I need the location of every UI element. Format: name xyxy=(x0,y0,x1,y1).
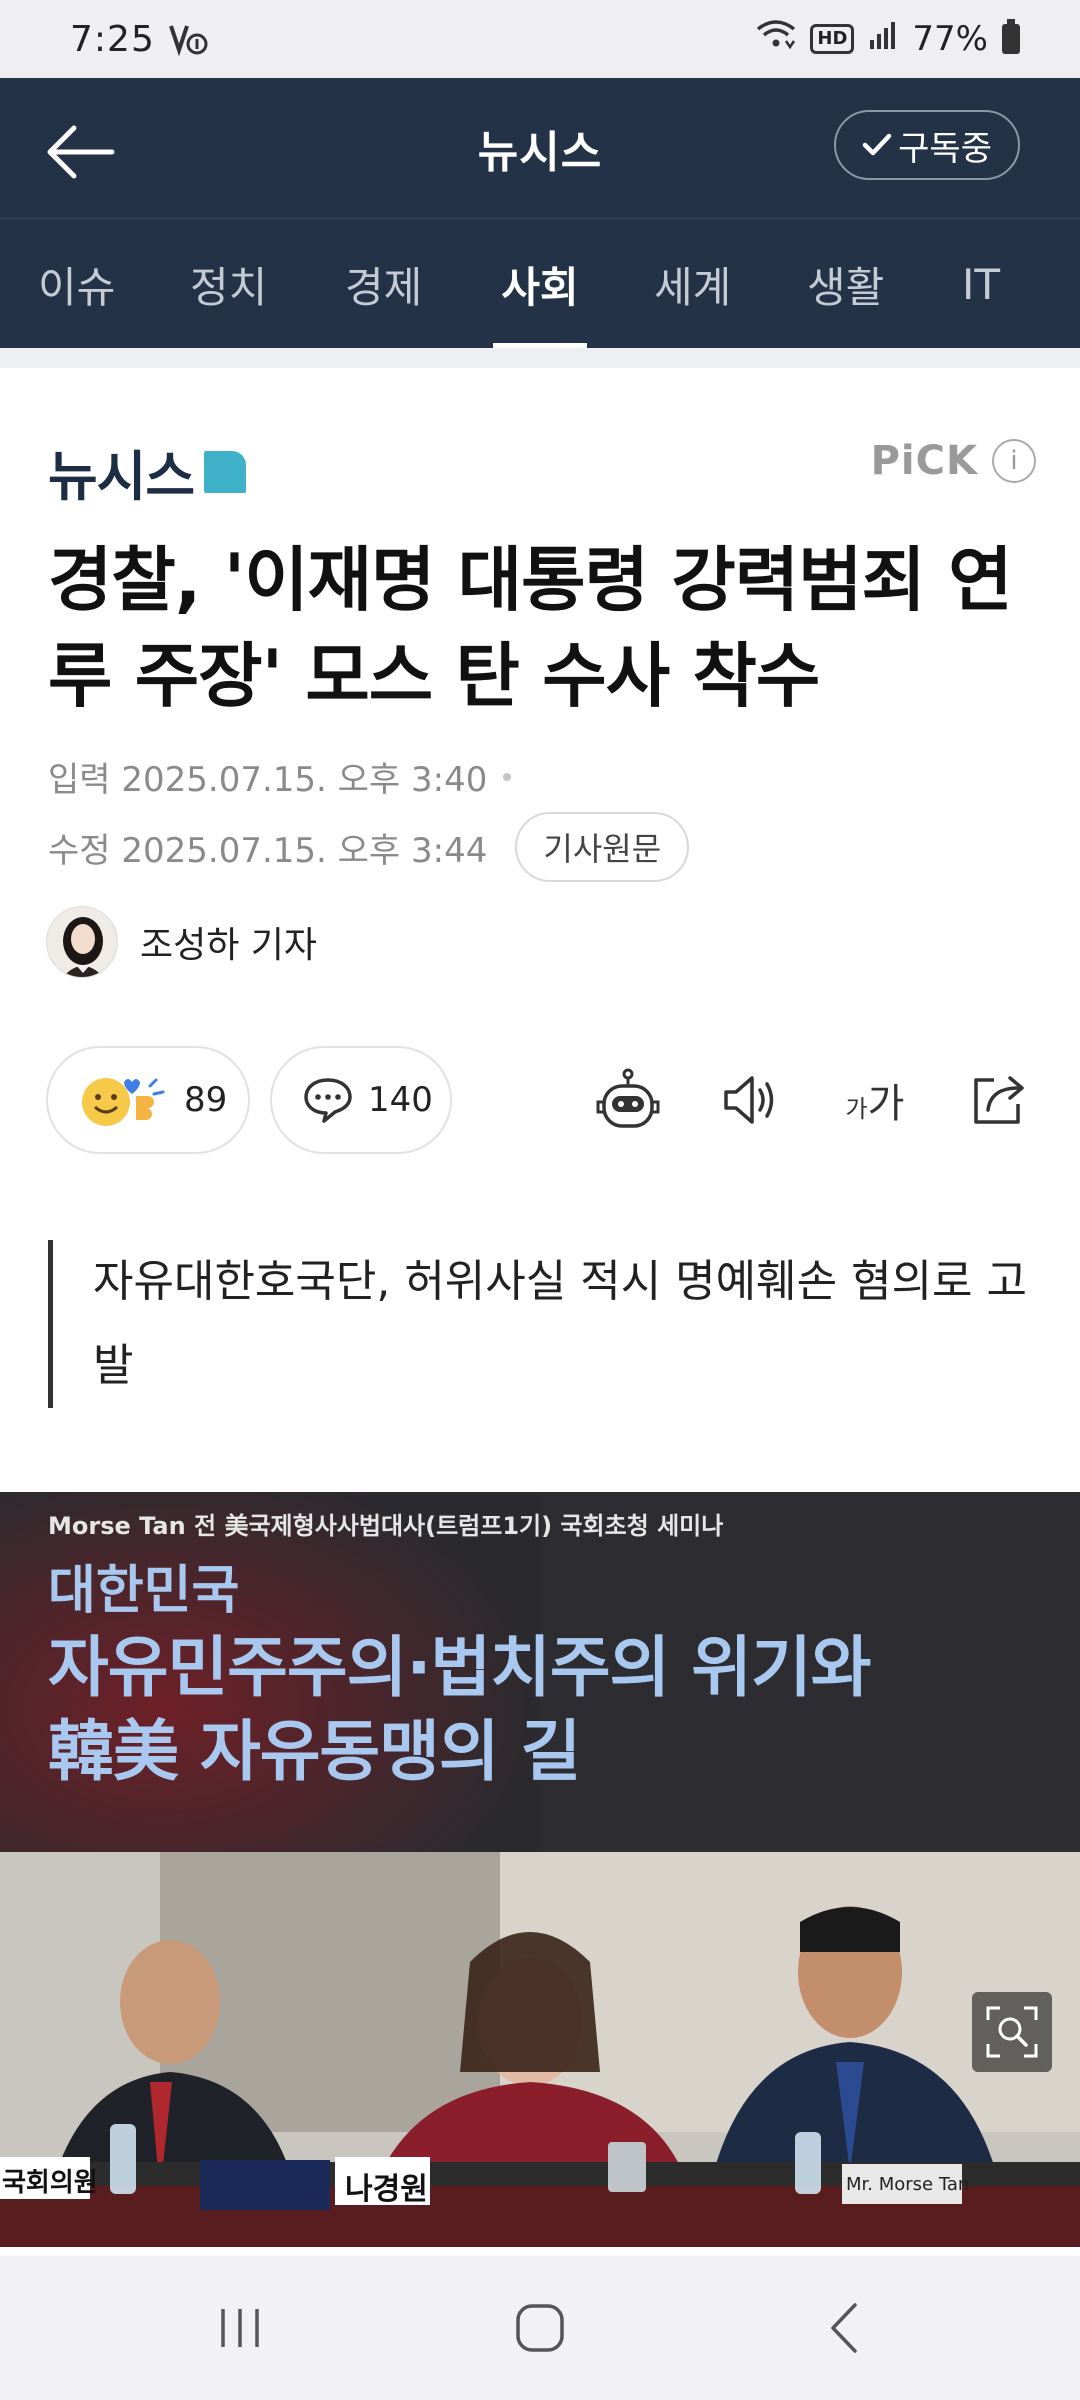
recent-apps-icon xyxy=(221,2309,259,2347)
subscribe-button[interactable]: 구독중 xyxy=(834,110,1020,180)
system-nav-bar xyxy=(0,2256,1080,2400)
battery-percent: 77% xyxy=(912,19,988,59)
tab-label: 경제 xyxy=(345,262,423,312)
text-to-speech-button[interactable] xyxy=(710,1060,790,1140)
comment-button[interactable]: 140 xyxy=(270,1046,452,1154)
tab-politics[interactable]: 정치 xyxy=(190,219,267,348)
summary-bot-button[interactable] xyxy=(588,1060,668,1140)
category-tabs: 이슈 정치 경제 사회 세계 생활 IT xyxy=(0,218,1080,348)
font-size-button[interactable]: 가가 xyxy=(830,1060,920,1140)
status-time: 7:25 xyxy=(70,18,155,60)
info-icon: i xyxy=(992,439,1036,483)
article-subtitle: 자유대한호국단, 허위사실 적시 명예훼손 혐의로 고발 xyxy=(48,1240,1038,1408)
publisher-name: 뉴시스 xyxy=(48,445,195,508)
photo-zoom-button[interactable] xyxy=(972,1992,1052,2072)
tab-economy[interactable]: 경제 xyxy=(345,219,422,348)
tab-label: 세계 xyxy=(654,262,732,312)
tab-issue[interactable]: 이슈 xyxy=(38,219,115,348)
robot-icon xyxy=(596,1068,660,1128)
modified-date-row: 수정 2025.07.15. 오후 3:44 기사원문 xyxy=(48,812,690,882)
volte-icon xyxy=(168,22,209,56)
home-icon xyxy=(516,2304,564,2352)
system-back-button[interactable] xyxy=(805,2288,885,2368)
font-size-icon: 가가 xyxy=(845,1081,905,1127)
tab-world[interactable]: 세계 xyxy=(654,219,731,348)
pick-badge[interactable]: PiCK i xyxy=(871,438,1036,484)
article-title: 경찰, '이재명 대통령 강력범죄 연루 주장' 모스 탄 수사 착수 xyxy=(48,539,1013,717)
publisher-mark-icon xyxy=(204,450,247,493)
hd-icon: HD xyxy=(810,24,855,54)
nameplate-center: 나경원 xyxy=(345,2172,428,2207)
tab-label: 정치 xyxy=(190,262,268,312)
publisher-logo[interactable]: 뉴시스 xyxy=(48,432,247,511)
section-divider xyxy=(0,348,1080,368)
original-article-button[interactable]: 기사원문 xyxy=(515,812,690,882)
nameplate-right: Mr. Morse Tan xyxy=(846,2174,970,2195)
battery-icon xyxy=(1002,19,1020,54)
banner-line-1: 대한민국 xyxy=(48,1561,240,1621)
reaction-button[interactable]: 89 xyxy=(46,1046,250,1154)
subscribe-label: 구독중 xyxy=(898,128,992,169)
wifi-icon xyxy=(756,19,796,60)
article-photo[interactable]: Morse Tan 전 美국제형사사법대사(트럼프1기) 국회초청 세미나 대한… xyxy=(0,1492,1080,2247)
separator-dot xyxy=(503,772,512,781)
author-avatar xyxy=(46,906,118,978)
recent-apps-button[interactable] xyxy=(200,2288,280,2368)
share-icon xyxy=(974,1076,1024,1124)
reaction-count: 89 xyxy=(184,1080,228,1120)
share-button[interactable] xyxy=(958,1060,1038,1140)
tab-society[interactable]: 사회 xyxy=(493,219,587,348)
check-icon xyxy=(862,133,892,156)
reaction-emoji-icon xyxy=(82,1078,165,1126)
signal-icon xyxy=(868,19,898,59)
banner-line-2: 자유민주주의·법치주의 위기와 xyxy=(48,1629,871,1706)
author-row[interactable]: 조성하 기자 xyxy=(46,906,317,978)
zoom-icon xyxy=(986,2006,1038,2058)
chevron-left-icon xyxy=(831,2303,857,2353)
tab-label: 생활 xyxy=(807,262,885,312)
tab-label: 사회 xyxy=(501,262,579,312)
comment-icon xyxy=(304,1078,352,1123)
published-date-row: 입력 2025.07.15. 오후 3:40 xyxy=(48,752,512,801)
banner-line-3: 韓美 자유동맹의 길 xyxy=(48,1713,581,1790)
home-button[interactable] xyxy=(500,2288,580,2368)
tab-label: IT xyxy=(962,259,1001,309)
published-date: 입력 2025.07.15. 오후 3:40 xyxy=(48,760,488,800)
tab-life[interactable]: 생활 xyxy=(807,219,884,348)
pick-label: PiCK xyxy=(870,438,978,484)
banner-small-text: Morse Tan 전 美국제형사사법대사(트럼프1기) 국회초청 세미나 xyxy=(48,1512,724,1540)
author-name: 조성하 기자 xyxy=(140,925,318,966)
tab-it[interactable]: IT xyxy=(962,219,1000,348)
back-arrow-icon xyxy=(47,125,115,179)
app-header: 뉴시스 구독중 xyxy=(0,78,1080,218)
status-bar: 7:25 HD 77% xyxy=(0,0,1080,78)
speaker-icon xyxy=(724,1076,774,1124)
back-button[interactable] xyxy=(40,112,120,192)
comment-count: 140 xyxy=(368,1080,433,1120)
nameplate-left: 국회의원 xyxy=(2,2168,98,2198)
modified-date: 수정 2025.07.15. 오후 3:44 xyxy=(48,830,488,871)
tab-label: 이슈 xyxy=(38,262,116,312)
